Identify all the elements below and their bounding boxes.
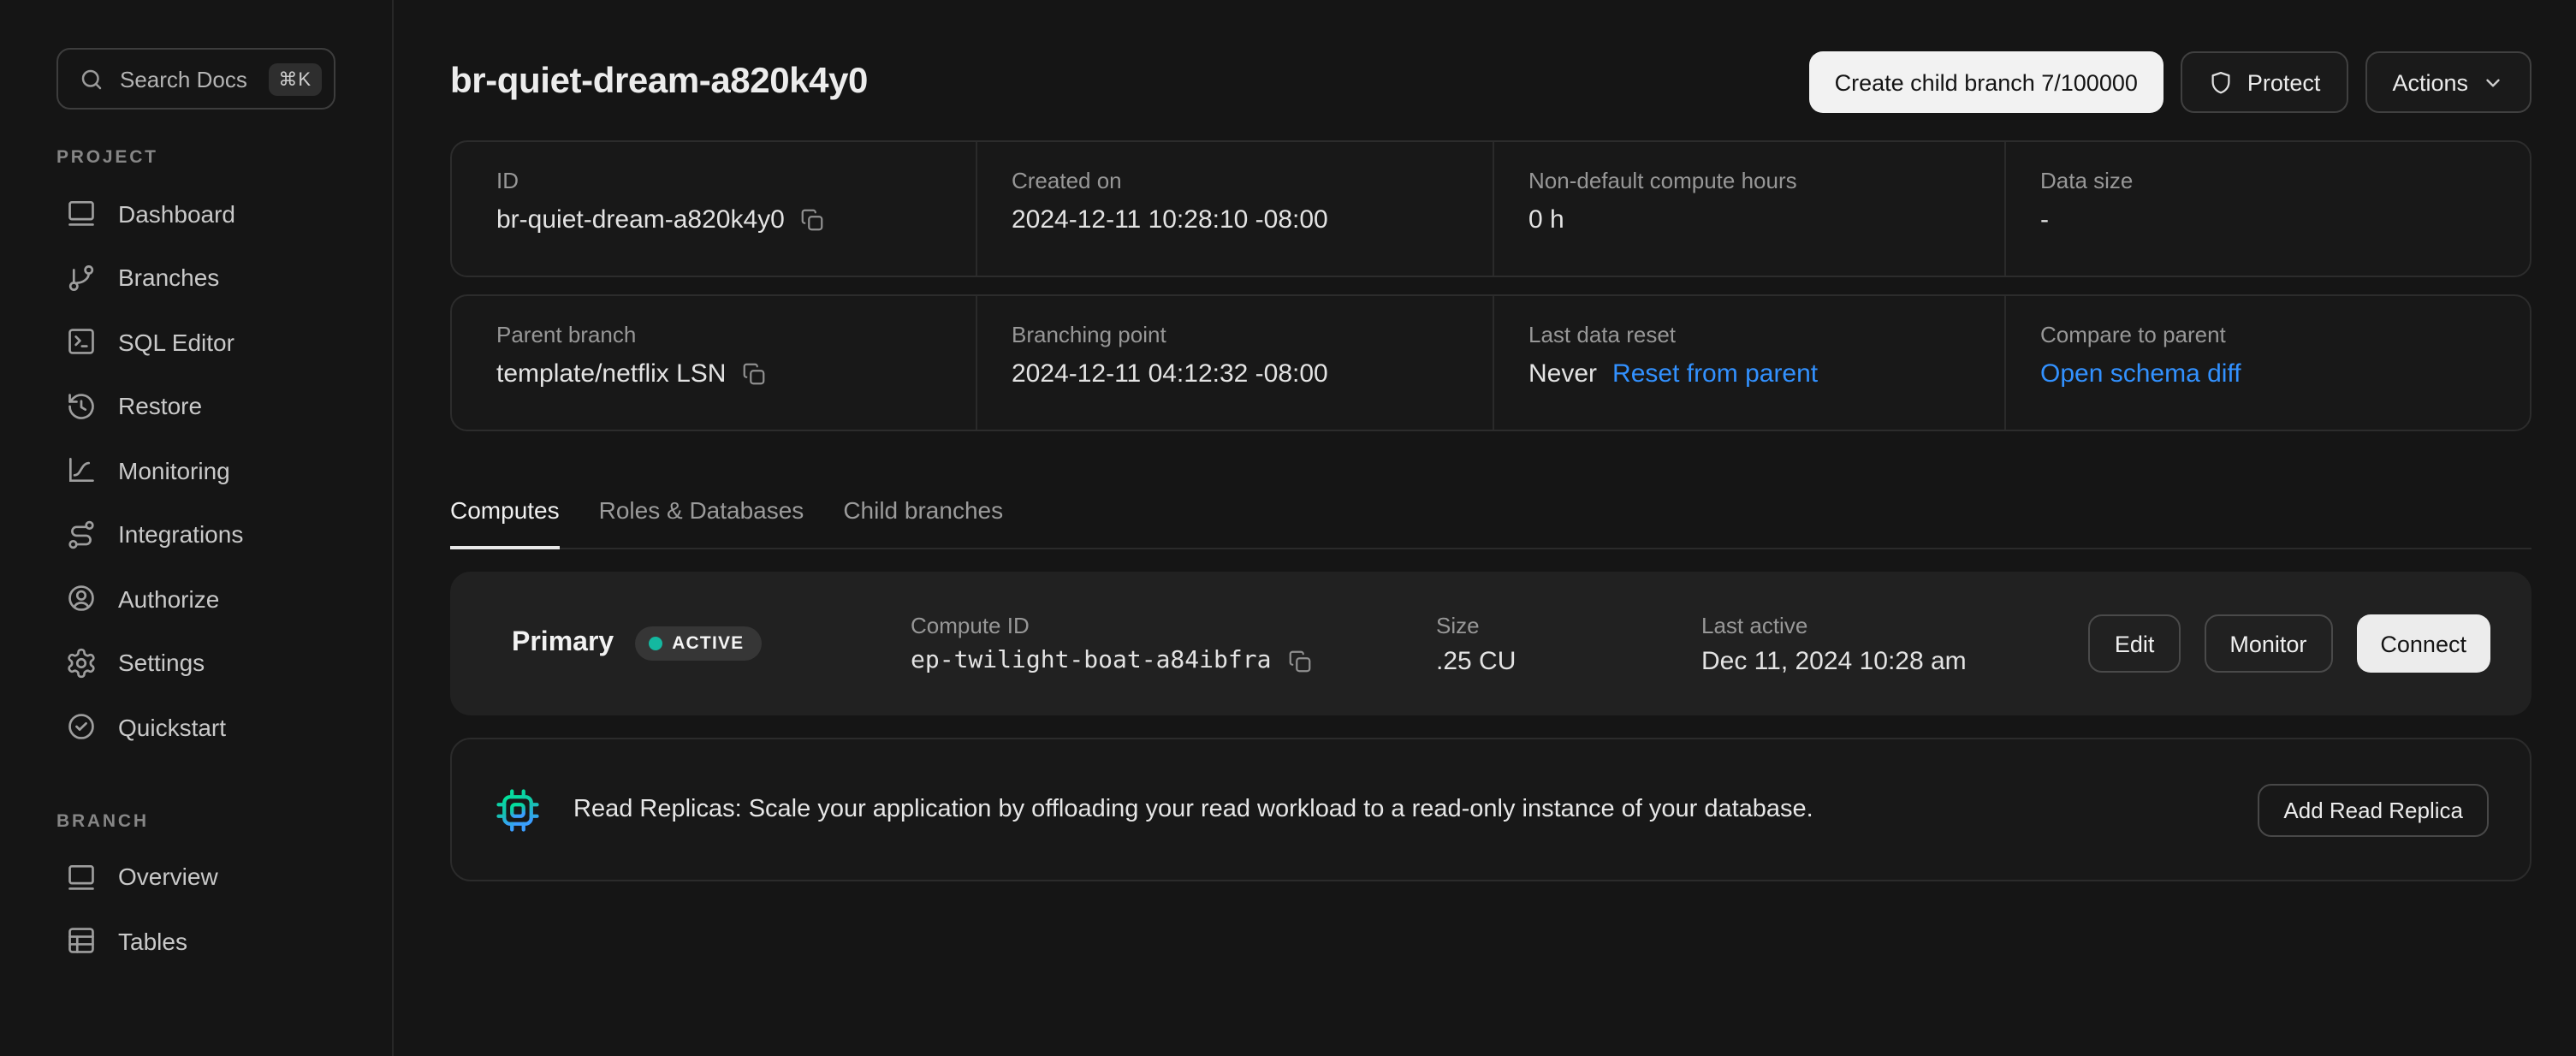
sidebar-item-integrations[interactable]: Integrations — [0, 502, 392, 567]
sidebar-section-branch: BRANCH — [56, 810, 392, 831]
sidebar-item-label: Restore — [118, 393, 202, 420]
sidebar-item-label: Branches — [118, 264, 219, 292]
info-cell-id: ID br-quiet-dream-a820k4y0 — [452, 142, 976, 276]
sidebar-item-label: Integrations — [118, 521, 243, 549]
sidebar-item-label: Monitoring — [118, 457, 230, 484]
sidebar-item-quickstart[interactable]: Quickstart — [0, 695, 392, 759]
copy-icon[interactable] — [800, 207, 826, 233]
info-cell-compare-to-parent: Compare to parent Open schema diff — [2004, 296, 2530, 430]
status-badge: ACTIVE — [634, 626, 761, 661]
sidebar-item-label: Quickstart — [118, 714, 226, 741]
search-shortcut-badge: ⌘K — [268, 62, 322, 95]
reset-from-parent-link[interactable]: Reset from parent — [1612, 359, 1818, 389]
route-icon — [65, 519, 98, 551]
edit-button[interactable]: Edit — [2089, 614, 2181, 673]
sidebar-item-label: Overview — [118, 863, 218, 891]
sidebar-item-monitoring[interactable]: Monitoring — [0, 438, 392, 502]
read-replica-banner: Read Replicas: Scale your application by… — [450, 738, 2531, 881]
info-cell-data-size: Data size - — [2004, 142, 2530, 276]
add-read-replica-button[interactable]: Add Read Replica — [2258, 783, 2489, 836]
compute-id-column: Compute ID ep-twilight-boat-a84ibfra — [911, 613, 1436, 674]
protect-button[interactable]: Protect — [2181, 51, 2348, 113]
table-icon — [65, 925, 98, 958]
sidebar-item-label: SQL Editor — [118, 329, 234, 356]
cpu-chip-icon — [495, 786, 541, 833]
tab-child-branches[interactable]: Child branches — [843, 496, 1003, 549]
create-child-branch-button[interactable]: Create child branch 7/100000 — [1809, 51, 2163, 113]
gear-icon — [65, 647, 98, 679]
check-circle-icon — [65, 711, 98, 744]
search-icon — [79, 66, 104, 92]
shield-icon — [2208, 69, 2234, 95]
chart-icon — [65, 454, 98, 487]
sidebar-item-label: Authorize — [118, 585, 219, 613]
info-cell-parent-branch: Parent branch template/netflix LSN — [452, 296, 976, 430]
info-cell-last-data-reset: Last data reset Never Reset from parent — [1493, 296, 2004, 430]
monitor-button[interactable]: Monitor — [2204, 614, 2332, 673]
terminal-icon — [65, 326, 98, 359]
header-actions: Create child branch 7/100000 Protect Act… — [1809, 51, 2531, 113]
app-root: Search Docs ⌘K PROJECT Dashboard Branche… — [0, 0, 2576, 1056]
info-cell-branching-point: Branching point 2024-12-11 04:12:32 -08:… — [976, 296, 1493, 430]
chevron-down-icon — [2482, 71, 2504, 93]
branch-info-card: ID br-quiet-dream-a820k4y0 Created on 20… — [450, 140, 2531, 277]
search-docs-button[interactable]: Search Docs ⌘K — [56, 48, 335, 110]
main-content: br-quiet-dream-a820k4y0 Create child bra… — [394, 0, 2576, 1056]
sidebar-item-tables[interactable]: Tables — [0, 909, 392, 973]
active-dot-icon — [648, 637, 662, 650]
branch-tabs: Computes Roles & Databases Child branche… — [450, 496, 2531, 549]
sidebar: Search Docs ⌘K PROJECT Dashboard Branche… — [0, 0, 394, 1056]
sidebar-item-settings[interactable]: Settings — [0, 631, 392, 695]
sidebar-item-restore[interactable]: Restore — [0, 374, 392, 438]
sidebar-item-branches[interactable]: Branches — [0, 246, 392, 310]
sidebar-item-overview[interactable]: Overview — [0, 845, 392, 909]
read-replica-message: Read Replicas: Scale your application by… — [573, 796, 2258, 823]
open-schema-diff-link[interactable]: Open schema diff — [2040, 359, 2241, 389]
page-header: br-quiet-dream-a820k4y0 Create child bra… — [450, 51, 2531, 113]
window-icon — [65, 861, 98, 893]
user-circle-icon — [65, 583, 98, 615]
tab-computes[interactable]: Computes — [450, 496, 560, 549]
compute-actions: Edit Monitor Connect — [2089, 614, 2490, 673]
branch-parent-card: Parent branch template/netflix LSN Branc… — [450, 294, 2531, 431]
copy-icon[interactable] — [741, 361, 767, 387]
compute-last-active-column: Last active Dec 11, 2024 10:28 am — [1701, 612, 2089, 675]
history-icon — [65, 390, 98, 423]
copy-icon[interactable] — [1286, 648, 1312, 673]
search-label: Search Docs — [120, 66, 252, 92]
info-cell-compute-hours: Non-default compute hours 0 h — [1493, 142, 2004, 276]
compute-name: Primary ACTIVE — [512, 626, 911, 661]
connect-button[interactable]: Connect — [2356, 614, 2490, 673]
git-branch-icon — [65, 262, 98, 294]
compute-size-column: Size .25 CU — [1436, 612, 1701, 675]
actions-button[interactable]: Actions — [2365, 51, 2531, 113]
sidebar-item-label: Dashboard — [118, 200, 235, 228]
info-cell-created-on: Created on 2024-12-11 10:28:10 -08:00 — [976, 142, 1493, 276]
sidebar-section-project: PROJECT — [56, 147, 392, 168]
sidebar-item-sql-editor[interactable]: SQL Editor — [0, 310, 392, 374]
sidebar-item-label: Settings — [118, 650, 205, 677]
compute-row: Primary ACTIVE Compute ID ep-twilight-bo… — [450, 572, 2531, 715]
sidebar-item-authorize[interactable]: Authorize — [0, 567, 392, 631]
sidebar-item-label: Tables — [118, 928, 187, 955]
branch-title: br-quiet-dream-a820k4y0 — [450, 62, 868, 103]
sidebar-item-dashboard[interactable]: Dashboard — [0, 181, 392, 246]
dashboard-icon — [65, 198, 98, 230]
tab-roles-databases[interactable]: Roles & Databases — [599, 496, 804, 549]
